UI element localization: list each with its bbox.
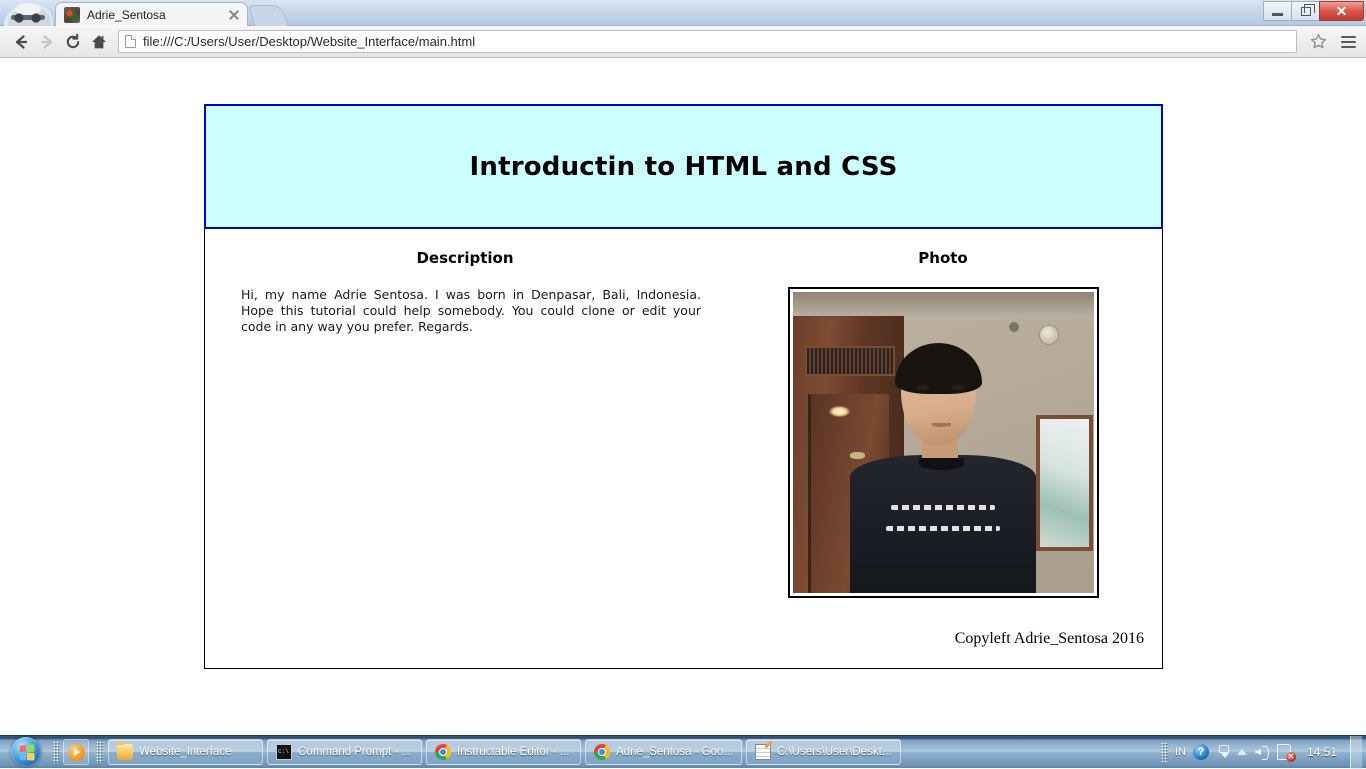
cmd-icon bbox=[276, 744, 292, 760]
incognito-icon[interactable] bbox=[2, 1, 54, 26]
page-body: Description Hi, my name Adrie Sentosa. I… bbox=[204, 229, 1163, 669]
restore-button[interactable] bbox=[1291, 1, 1320, 21]
photo-heading: Photo bbox=[725, 249, 1161, 267]
forward-button[interactable] bbox=[34, 29, 60, 55]
restore-icon bbox=[1301, 7, 1311, 16]
browser-toolbar: file:///C:/Users/User/Desktop/Website_In… bbox=[0, 26, 1366, 58]
windows-taskbar: Website_Interface Command Prompt - ... I… bbox=[0, 735, 1366, 768]
page-header-banner: Introductin to HTML and CSS bbox=[204, 104, 1163, 229]
taskbar-button-label: Instructable Editor - ... bbox=[457, 746, 570, 758]
taskbar-button-label: Website_Interface bbox=[139, 746, 231, 758]
reload-button[interactable] bbox=[60, 29, 86, 55]
quicklaunch-media-player-button[interactable] bbox=[63, 739, 89, 765]
description-heading: Description bbox=[205, 249, 725, 267]
taskbar-button-label: Adrie_Sentosa - Goo... bbox=[616, 746, 733, 758]
photo-ceiling bbox=[793, 292, 1094, 319]
copyright-footer: Copyleft Adrie_Sentosa 2016 bbox=[955, 630, 1144, 648]
taskbar-buttons: Website_Interface Command Prompt - ... I… bbox=[108, 739, 901, 765]
portrait-photo bbox=[793, 292, 1094, 593]
help-icon[interactable]: ? bbox=[1193, 744, 1209, 760]
photo-wall-sensor bbox=[1039, 325, 1059, 345]
system-tray: IN ? ✕ 14:51 bbox=[1161, 736, 1366, 769]
clock[interactable]: 14:51 bbox=[1301, 745, 1343, 759]
tab-favicon bbox=[64, 7, 80, 23]
taskbar-button-label: Command Prompt - ... bbox=[298, 746, 411, 758]
show-hidden-icons-icon[interactable] bbox=[1237, 749, 1247, 755]
photo-column: Photo bbox=[725, 229, 1161, 598]
network-icon[interactable] bbox=[1216, 745, 1230, 760]
language-indicator[interactable]: IN bbox=[1175, 746, 1186, 758]
browser-tab[interactable]: Adrie_Sentosa bbox=[55, 2, 248, 26]
minimize-icon bbox=[1272, 13, 1283, 16]
taskband-grip[interactable] bbox=[96, 741, 103, 763]
start-button[interactable] bbox=[2, 737, 50, 768]
description-column: Description Hi, my name Adrie Sentosa. I… bbox=[205, 229, 725, 335]
photo-shirt-script bbox=[883, 497, 1003, 539]
close-icon: ✕ bbox=[1336, 4, 1348, 18]
folder-icon bbox=[117, 744, 133, 760]
taskbar-button-command-prompt[interactable]: Command Prompt - ... bbox=[267, 739, 422, 765]
tab-close-icon[interactable] bbox=[227, 8, 241, 22]
taskbar-button-label: C:\Users\User\Deskt... bbox=[777, 746, 891, 758]
taskbar-button-adrie-sentosa[interactable]: Adrie_Sentosa - Goo... bbox=[585, 739, 742, 765]
photo-frame bbox=[788, 287, 1099, 598]
taskbar-button-website-interface[interactable]: Website_Interface bbox=[108, 739, 263, 765]
page-container: Introductin to HTML and CSS Description … bbox=[204, 104, 1163, 669]
windows-logo-icon bbox=[11, 737, 41, 767]
tab-title: Adrie_Sentosa bbox=[87, 8, 227, 22]
close-window-button[interactable]: ✕ bbox=[1319, 1, 1364, 21]
bookmark-star-button[interactable] bbox=[1305, 29, 1331, 55]
notepad-icon bbox=[755, 744, 771, 760]
taskbar-button-instructable-editor[interactable]: Instructable Editor - ... bbox=[426, 739, 581, 765]
taskbar-button-notepad[interactable]: C:\Users\User\Deskt... bbox=[746, 739, 901, 765]
photo-framed-picture bbox=[1036, 415, 1093, 550]
show-desktop-button[interactable] bbox=[1350, 736, 1362, 769]
quicklaunch-grip[interactable] bbox=[53, 741, 60, 763]
page-title: Introductin to HTML and CSS bbox=[469, 152, 897, 182]
photo-person-eye-right bbox=[952, 385, 965, 390]
photo-person-mouth bbox=[932, 423, 950, 427]
photo-vent bbox=[805, 346, 895, 376]
photo-person-eye-left bbox=[916, 385, 929, 390]
page-viewport: Introductin to HTML and CSS Description … bbox=[0, 59, 1366, 735]
chrome-menu-button[interactable] bbox=[1341, 36, 1356, 48]
home-button[interactable] bbox=[86, 29, 112, 55]
photo-ceiling-light bbox=[829, 406, 850, 417]
photo-framed-picture-art bbox=[1040, 419, 1089, 546]
new-tab-button[interactable] bbox=[248, 5, 289, 26]
media-player-icon bbox=[68, 744, 85, 761]
address-bar[interactable]: file:///C:/Users/User/Desktop/Website_In… bbox=[118, 30, 1297, 53]
browser-window: Adrie_Sentosa ✕ bbox=[0, 0, 1366, 735]
tab-strip: Adrie_Sentosa ✕ bbox=[0, 0, 1366, 26]
action-center-flag-icon[interactable]: ✕ bbox=[1277, 744, 1294, 760]
address-bar-url[interactable]: file:///C:/Users/User/Desktop/Website_In… bbox=[143, 34, 475, 49]
action-center-badge: ✕ bbox=[1286, 752, 1296, 762]
tray-grip[interactable] bbox=[1161, 742, 1168, 762]
back-button[interactable] bbox=[8, 29, 34, 55]
minimize-button[interactable] bbox=[1263, 1, 1292, 21]
page-info-icon[interactable] bbox=[125, 35, 136, 48]
chrome-icon bbox=[594, 744, 610, 760]
photo-door-knob bbox=[850, 452, 865, 459]
description-text: Hi, my name Adrie Sentosa. I was born in… bbox=[205, 287, 725, 335]
window-controls: ✕ bbox=[1264, 1, 1364, 21]
chrome-icon bbox=[435, 744, 451, 760]
photo-person-collar bbox=[919, 458, 964, 470]
volume-icon[interactable] bbox=[1254, 745, 1270, 759]
